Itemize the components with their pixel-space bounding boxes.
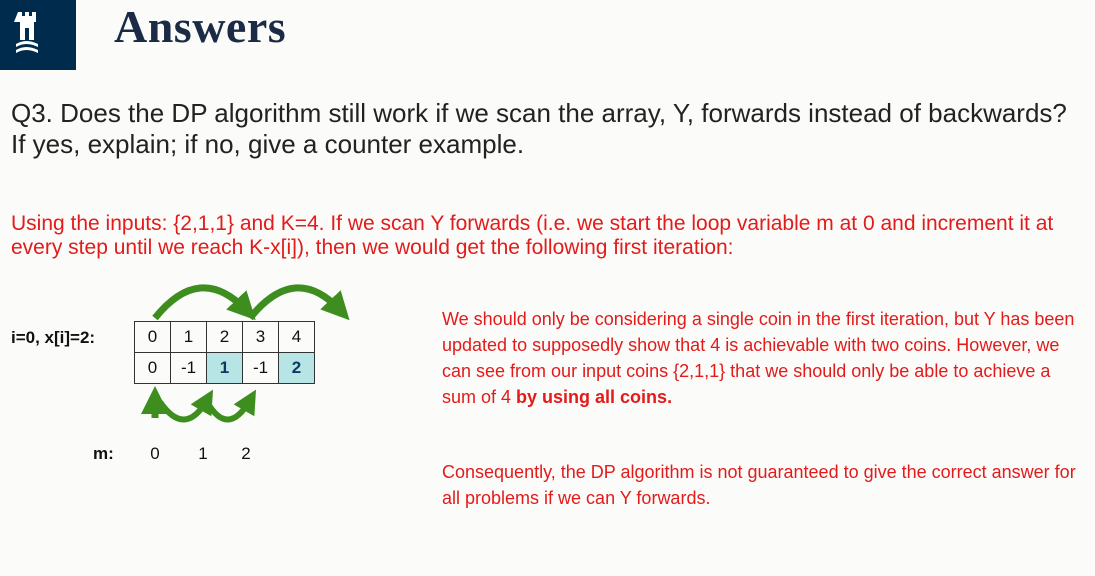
- m-value: 2: [241, 444, 251, 463]
- explanation-text: We should only be considering a single c…: [442, 306, 1082, 410]
- m-label: m:: [93, 444, 114, 463]
- m-value: 0: [150, 444, 160, 463]
- consequence-text: Consequently, the DP algorithm is not gu…: [442, 462, 1076, 508]
- top-arrow-0-to-2: [152, 284, 256, 321]
- bottom-arrow-0-to-1: [157, 389, 214, 423]
- m-value: 1: [198, 444, 208, 463]
- bottom-arrow-1-to-2: [204, 389, 257, 423]
- top-arrow-2-to-4: [247, 284, 350, 321]
- explanation-bold: by using all coins.: [516, 387, 673, 407]
